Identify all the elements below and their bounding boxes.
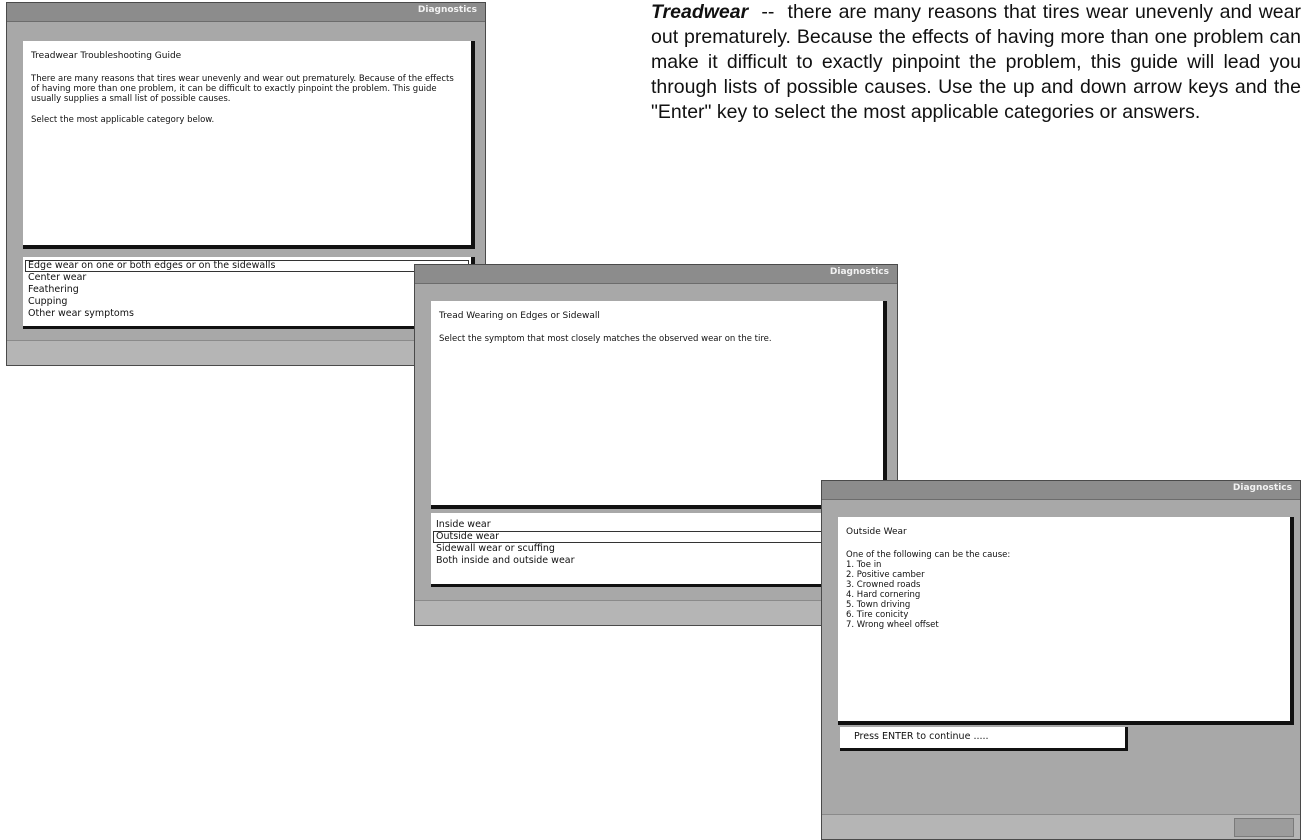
cause-item: 1. Toe in bbox=[846, 560, 882, 570]
list-item-both-wear[interactable]: Both inside and outside wear bbox=[433, 555, 881, 567]
cause-item: 2. Positive camber bbox=[846, 570, 925, 580]
panel-heading: Treadwear Troubleshooting Guide bbox=[31, 51, 182, 61]
window-title: Diagnostics bbox=[417, 5, 477, 15]
list-item-cupping[interactable]: Cupping bbox=[25, 296, 469, 308]
window-title: Diagnostics bbox=[829, 267, 889, 277]
symptom-list: Inside wear Outside wear Sidewall wear o… bbox=[431, 513, 887, 587]
cause-item: 4. Hard cornering bbox=[846, 590, 921, 600]
title-bar: Diagnostics bbox=[7, 3, 485, 22]
info-panel: Tread Wearing on Edges or Sidewall Selec… bbox=[431, 301, 887, 509]
list-item-other-wear[interactable]: Other wear symptoms bbox=[25, 308, 469, 320]
cause-item: 7. Wrong wheel offset bbox=[846, 620, 939, 630]
panel-instruction: Select the most applicable category belo… bbox=[31, 115, 215, 125]
list-item-outside-wear[interactable]: Outside wear bbox=[433, 531, 881, 543]
window-title: Diagnostics bbox=[1232, 483, 1292, 493]
continue-prompt[interactable]: Press ENTER to continue ..... bbox=[840, 727, 1128, 751]
description-keyword: Treadwear bbox=[651, 1, 749, 23]
info-panel: Treadwear Troubleshooting Guide There ar… bbox=[23, 41, 475, 249]
description-separator: -- bbox=[748, 1, 788, 23]
list-item-inside-wear[interactable]: Inside wear bbox=[433, 519, 881, 531]
description-text: Treadwear -- there are many reasons that… bbox=[651, 0, 1301, 125]
title-bar: Diagnostics bbox=[822, 481, 1300, 500]
list-item-center-wear[interactable]: Center wear bbox=[25, 272, 469, 284]
list-item-sidewall-wear[interactable]: Sidewall wear or scuffing bbox=[433, 543, 881, 555]
panel-heading: Tread Wearing on Edges or Sidewall bbox=[439, 311, 600, 321]
info-panel: Outside Wear One of the following can be… bbox=[838, 517, 1294, 725]
list-item-feathering[interactable]: Feathering bbox=[25, 284, 469, 296]
category-list: Edge wear on one or both edges or on the… bbox=[23, 257, 475, 329]
cause-item: 3. Crowned roads bbox=[846, 580, 921, 590]
panel-heading: Outside Wear bbox=[846, 527, 907, 537]
status-bar bbox=[822, 814, 1300, 839]
title-bar: Diagnostics bbox=[415, 265, 897, 284]
panel-intro: One of the following can be the cause: bbox=[846, 550, 1011, 560]
cause-item: 6. Tire conicity bbox=[846, 610, 909, 620]
list-item-edge-wear[interactable]: Edge wear on one or both edges or on the… bbox=[25, 260, 469, 272]
cause-item: 5. Town driving bbox=[846, 600, 911, 610]
panel-paragraph: There are many reasons that tires wear u… bbox=[31, 74, 454, 104]
cause-list: 1. Toe in 2. Positive camber 3. Crowned … bbox=[846, 560, 1282, 630]
diagnostics-screen-outside-wear: Diagnostics Outside Wear One of the foll… bbox=[821, 480, 1301, 840]
status-button[interactable] bbox=[1234, 818, 1294, 837]
panel-instruction: Select the symptom that most closely mat… bbox=[439, 334, 772, 344]
